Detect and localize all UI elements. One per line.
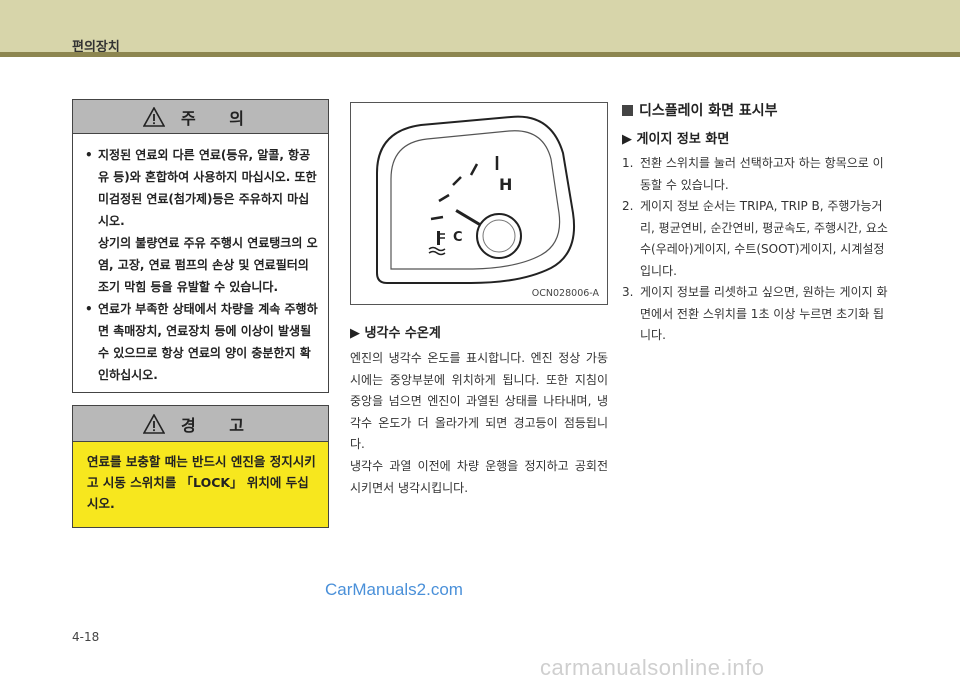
- site-watermark[interactable]: CarManuals2.com: [325, 580, 463, 600]
- caution-item: 지정된 연료외 다른 연료(등유, 알콜, 항공유 등)와 혼합하여 사용하지 …: [85, 144, 318, 298]
- caution-item-text: 연료가 부족한 상태에서 차량을 계속 주행하면 촉매장치, 연료장치 등에 이…: [98, 302, 318, 382]
- gauge-hot-label: H: [499, 175, 512, 194]
- header-rule: [0, 52, 960, 57]
- list-item: 3. 게이지 정보를 리셋하고 싶으면, 원하는 게이지 화면에서 전환 스위치…: [622, 282, 890, 347]
- header-band: [0, 0, 960, 52]
- square-bullet-icon: [622, 105, 633, 116]
- warning-box: 경 고 연료를 보충할 때는 반드시 엔진을 정지시키고 시동 스위치를 「LO…: [72, 405, 329, 528]
- caution-list: 지정된 연료외 다른 연료(등유, 알콜, 항공유 등)와 혼합하여 사용하지 …: [73, 134, 328, 386]
- warning-text: 연료를 보충할 때는 반드시 엔진을 정지시키고 시동 스위치를 「LOCK」 …: [87, 454, 316, 511]
- list-item-number: 2.: [622, 199, 634, 213]
- gauge-info-heading: ▶ 게이지 정보 화면: [622, 132, 730, 147]
- footer-watermark: carmanualsonline.info: [540, 655, 765, 680]
- list-item-number: 3.: [622, 285, 634, 299]
- coolant-gauge-illustration: H C: [376, 115, 575, 284]
- coolant-body: 엔진의 냉각수 온도를 표시합니다. 엔진 정상 가동시에는 중앙부분에 위치하…: [350, 348, 608, 499]
- page-number: 4-18: [72, 630, 100, 644]
- coolant-paragraph: 엔진의 냉각수 온도를 표시합니다. 엔진 정상 가동시에는 중앙부분에 위치하…: [350, 351, 608, 452]
- caution-header: 주 의: [73, 100, 328, 134]
- caution-item-text: 지정된 연료외 다른 연료(등유, 알콜, 항공유 등)와 혼합하여 사용하지 …: [98, 148, 317, 228]
- list-item-text: 전환 스위치를 눌러 선택하고자 하는 항목으로 이동할 수 있습니다.: [640, 156, 884, 192]
- display-heading-text: 디스플레이 화면 표시부: [639, 103, 778, 119]
- warning-triangle-icon: [142, 106, 165, 127]
- caution-item: 연료가 부족한 상태에서 차량을 계속 주행하면 촉매장치, 연료장치 등에 이…: [85, 298, 318, 386]
- coolant-paragraph: 냉각수 과열 이전에 차량 운행을 정지하고 공회전 시키면서 냉각시킵니다.: [350, 458, 608, 495]
- warning-triangle-icon: [142, 413, 165, 434]
- list-item: 2. 게이지 정보 순서는 TRIPA, TRIP B, 주행가능거리, 평균연…: [622, 196, 890, 282]
- gauge-cold-label: C: [453, 230, 463, 245]
- caution-item-text: 상기의 불량연료 주유 주행시 연료탱크의 오염, 고장, 연료 펌프의 손상 …: [98, 236, 318, 294]
- list-item-text: 게이지 정보 순서는 TRIPA, TRIP B, 주행가능거리, 평균연비, …: [640, 199, 888, 278]
- list-item-number: 1.: [622, 156, 634, 170]
- gauge-hub: [476, 213, 522, 259]
- caution-title: 주 의: [180, 108, 258, 128]
- list-item-text: 게이지 정보를 리셋하고 싶으면, 원하는 게이지 화면에서 전환 스위치를 1…: [640, 285, 888, 342]
- display-heading: 디스플레이 화면 표시부: [622, 100, 778, 120]
- warning-title: 경 고: [180, 415, 258, 435]
- gauge-info-list: 1. 전환 스위치를 눌러 선택하고자 하는 항목으로 이동할 수 있습니다. …: [622, 153, 890, 347]
- caution-box: 주 의 지정된 연료외 다른 연료(등유, 알콜, 항공유 등)와 혼합하여 사…: [72, 99, 329, 393]
- coolant-gauge-figure: H C OCN028006-A: [350, 102, 608, 305]
- coolant-heading: ▶ 냉각수 수온계: [350, 326, 441, 341]
- figure-code: OCN028006-A: [531, 288, 599, 299]
- list-item: 1. 전환 스위치를 눌러 선택하고자 하는 항목으로 이동할 수 있습니다.: [622, 153, 890, 196]
- warning-header: 경 고: [73, 406, 328, 442]
